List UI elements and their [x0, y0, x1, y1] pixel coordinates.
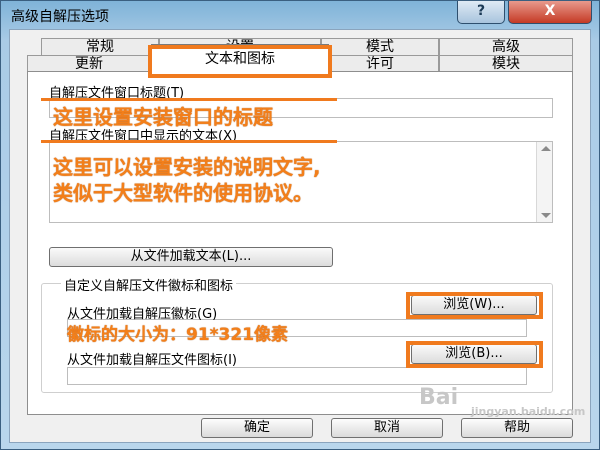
watermark-site: jingyan.baidu.com	[471, 405, 586, 418]
tab-modules[interactable]: 模块	[439, 55, 573, 72]
text-scrollbar[interactable]	[536, 142, 552, 222]
icon-browse-highlight	[406, 341, 543, 368]
close-icon: X	[544, 3, 556, 19]
load-text-button[interactable]: 从文件加载文本(L)...	[49, 247, 333, 267]
tab-modes[interactable]: 模式	[321, 38, 439, 55]
title-bar[interactable]: 高级自解压选项 ? X	[1, 1, 599, 29]
cancel-button[interactable]: 取消	[331, 418, 443, 438]
tab-label: 常规	[86, 39, 114, 55]
dialog-window: 高级自解压选项 ? X 常规 设置 模式 高级 更新 文本和图标 许可 模块 自…	[0, 0, 600, 450]
active-tab-highlight	[148, 45, 332, 78]
text-annotation-line1: 这里可以设置安装的说明文字,	[53, 155, 321, 179]
tab-license[interactable]: 许可	[321, 55, 439, 72]
tab-general[interactable]: 常规	[41, 38, 159, 55]
scroll-up-icon[interactable]	[541, 146, 551, 151]
logo-size-annotation: 徽标的大小为：91*321像素	[67, 325, 289, 345]
window-title: 高级自解压选项	[11, 9, 109, 25]
tab-label: 模式	[366, 39, 394, 55]
scroll-down-icon[interactable]	[541, 213, 551, 218]
logo-browse-highlight	[406, 292, 543, 319]
tab-update[interactable]: 更新	[27, 55, 151, 72]
text-annotation-line2: 类似于大型软件的使用协议。	[53, 181, 313, 205]
tab-label: 更新	[75, 56, 103, 72]
watermark-brand: Bai	[419, 385, 459, 410]
tab-label: 高级	[492, 39, 520, 55]
tab-label: 模块	[492, 56, 520, 72]
text-label-underline	[41, 140, 337, 143]
help-icon: ?	[476, 3, 486, 19]
icon-label: 从文件加载自解压文件图标(I)	[67, 353, 237, 368]
title-annotation: 这里设置安装窗口的标题	[53, 105, 273, 129]
close-button[interactable]: X	[508, 1, 592, 24]
icon-path-input[interactable]	[67, 367, 527, 385]
help-title-button[interactable]: ?	[457, 1, 505, 24]
logo-icon-group-label: 自定义自解压文件徽标和图标	[61, 275, 237, 294]
help-button[interactable]: 帮助	[461, 418, 573, 438]
ok-button[interactable]: 确定	[201, 418, 313, 438]
tab-label: 许可	[366, 56, 394, 72]
tab-advanced[interactable]: 高级	[439, 38, 573, 55]
